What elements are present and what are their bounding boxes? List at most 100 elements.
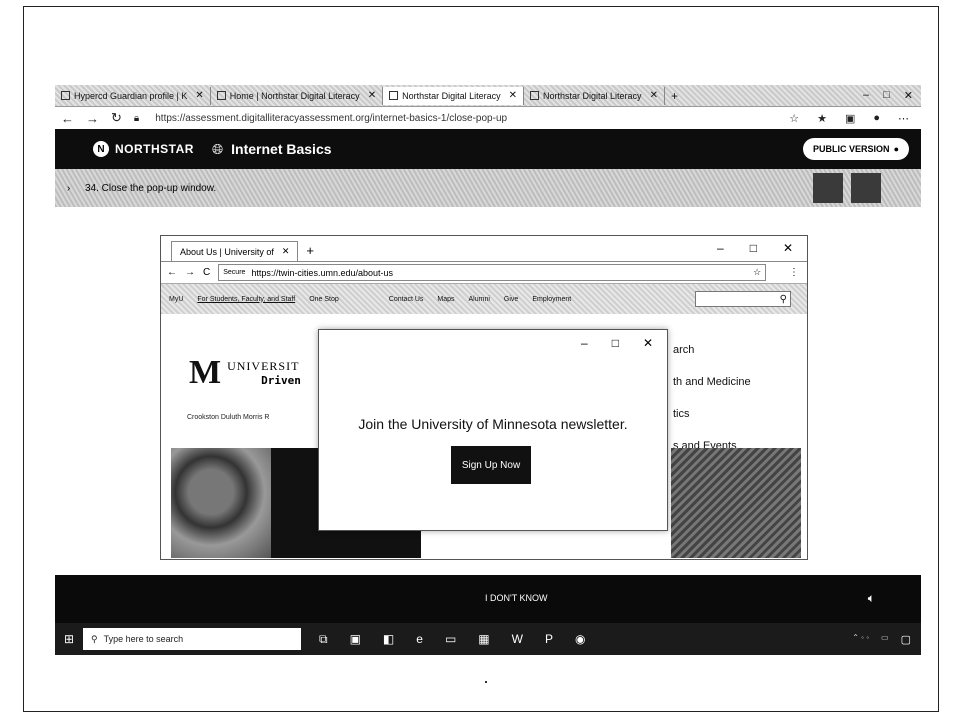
assessment-footer: I DON'T KNOW 🔈︎ bbox=[55, 575, 921, 623]
app-icon[interactable]: ◉ bbox=[575, 632, 585, 647]
profile-icon[interactable]: ● bbox=[873, 112, 880, 125]
umn-logo[interactable]: M UNIVERSIT Driven bbox=[189, 354, 301, 392]
star-icon[interactable]: ☆ bbox=[753, 267, 765, 278]
inner-browser-tab[interactable]: About Us | University of ✕ bbox=[171, 241, 299, 261]
powerpoint-icon[interactable]: P bbox=[545, 632, 553, 647]
popup-minimize-button[interactable]: – bbox=[581, 336, 588, 350]
screenshot: Hypercd Guardian profile | K ✕ Home | Nor… bbox=[55, 85, 921, 655]
maximize-button[interactable]: □ bbox=[883, 89, 890, 102]
menu-icon[interactable]: ⋮ bbox=[789, 267, 807, 278]
browser-tab-active[interactable]: Northstar Digital Literacy ✕ bbox=[383, 86, 525, 105]
close-tab-icon[interactable]: ✕ bbox=[368, 90, 376, 101]
nav-link[interactable]: Contact Us bbox=[389, 296, 424, 303]
forward-button[interactable]: → bbox=[86, 111, 99, 126]
close-window-button[interactable]: ✕ bbox=[783, 241, 793, 255]
nav-link[interactable]: Give bbox=[504, 296, 518, 303]
clock[interactable]: ▭ bbox=[881, 633, 889, 646]
excel-icon[interactable]: ▦ bbox=[478, 632, 489, 647]
close-tab-icon[interactable]: ✕ bbox=[650, 90, 658, 101]
nav-link[interactable]: For Students, Faculty, and Staff bbox=[197, 296, 295, 303]
favorites-icon[interactable]: ★ bbox=[817, 112, 827, 125]
instruction-bar: › 34. Close the pop-up window. bbox=[55, 169, 921, 207]
task-view-icon[interactable]: ⧉ bbox=[319, 632, 328, 647]
close-tab-icon[interactable]: ✕ bbox=[195, 90, 203, 101]
address-bar: ← → ↻ 🔒︎ https://assessment.digitalliter… bbox=[55, 107, 921, 129]
globe-icon: 🌐︎ bbox=[211, 140, 224, 157]
popup-message: Join the University of Minnesota newslet… bbox=[358, 416, 628, 432]
store-icon[interactable]: ◧ bbox=[383, 632, 394, 647]
reading-view-icon[interactable]: ☆ bbox=[789, 112, 799, 125]
browser-tab[interactable]: Hypercd Guardian profile | K ✕ bbox=[55, 86, 211, 105]
word-icon[interactable]: W bbox=[512, 632, 523, 647]
nav-link[interactable]: Maps bbox=[437, 296, 454, 303]
refresh-button[interactable]: C bbox=[203, 267, 210, 278]
popup-close-button[interactable]: ✕ bbox=[643, 336, 653, 350]
taskbar-search-input[interactable]: ⚲ Type here to search bbox=[83, 628, 301, 650]
umn-nav-bar: MyU For Students, Faculty, and Staff One… bbox=[161, 284, 807, 314]
more-icon[interactable]: ⋯ bbox=[898, 112, 909, 125]
maximize-button[interactable]: □ bbox=[750, 241, 757, 255]
side-link[interactable]: tics bbox=[673, 398, 751, 430]
back-button[interactable]: ← bbox=[61, 111, 74, 126]
back-button[interactable]: ← bbox=[167, 267, 177, 278]
northstar-header: N NORTHSTAR 🌐︎ Internet Basics PUBLIC VE… bbox=[55, 129, 921, 169]
audio-button[interactable] bbox=[813, 173, 843, 203]
stray-dot bbox=[485, 681, 487, 683]
umn-campus-links[interactable]: Crookston Duluth Morris R bbox=[187, 414, 269, 421]
search-icon: ⚲ bbox=[91, 633, 98, 644]
browser-tab[interactable]: Northstar Digital Literacy ✕ bbox=[524, 86, 665, 105]
umn-m-logo-icon: M bbox=[189, 354, 222, 391]
chevron-right-icon[interactable]: › bbox=[67, 183, 70, 194]
instruction-text: 34. Close the pop-up window. bbox=[85, 182, 217, 194]
app-icon[interactable]: e bbox=[416, 632, 423, 647]
search-icon[interactable]: ⚲ bbox=[780, 294, 787, 305]
volume-icon[interactable]: 🔈︎ bbox=[868, 591, 875, 606]
sign-up-button[interactable]: Sign Up Now bbox=[451, 446, 531, 484]
url-field[interactable]: Secure https://twin-cities.umn.edu/about… bbox=[218, 264, 767, 281]
campus-photo bbox=[671, 448, 801, 558]
windows-start-icon[interactable]: ⊞ bbox=[55, 632, 83, 646]
page-icon bbox=[216, 91, 226, 100]
info-icon: ● bbox=[893, 144, 899, 154]
page-icon bbox=[389, 91, 399, 100]
side-link[interactable]: th and Medicine bbox=[673, 366, 751, 398]
refresh-button[interactable]: ↻ bbox=[111, 110, 122, 126]
forward-button[interactable]: → bbox=[185, 267, 195, 278]
windows-taskbar: ⊞ ⚲ Type here to search ⧉ ▣ ◧ e ▭ ▦ W P … bbox=[55, 623, 921, 655]
app-icon[interactable]: ▣ bbox=[350, 632, 361, 647]
campus-photo bbox=[171, 448, 271, 558]
nav-link[interactable]: One Stop bbox=[309, 296, 339, 303]
page-icon bbox=[530, 91, 540, 100]
task-area: About Us | University of ✕ + – □ ✕ ← → C… bbox=[55, 207, 921, 575]
minimize-button[interactable]: – bbox=[717, 241, 724, 255]
close-tab-icon[interactable]: ✕ bbox=[282, 246, 290, 257]
new-tab-button[interactable]: + bbox=[665, 89, 684, 103]
page-icon bbox=[61, 91, 70, 100]
new-tab-button[interactable]: + bbox=[298, 243, 322, 261]
umn-side-links: arch th and Medicine tics s and Events bbox=[673, 334, 751, 462]
nav-link[interactable]: Alumni bbox=[469, 296, 490, 303]
close-tab-icon[interactable]: ✕ bbox=[509, 90, 517, 101]
public-version-button[interactable]: PUBLIC VERSION ● bbox=[803, 138, 909, 160]
course-title: Internet Basics bbox=[231, 141, 332, 157]
browser-tab-strip: Hypercd Guardian profile | K ✕ Home | Nor… bbox=[55, 85, 921, 107]
northstar-brand: NORTHSTAR bbox=[115, 142, 194, 156]
nav-link[interactable]: MyU bbox=[169, 296, 183, 303]
folder-icon[interactable]: ▭ bbox=[445, 632, 456, 647]
tray-icons[interactable]: ⌃ ◦ ◦ bbox=[852, 633, 869, 646]
dont-know-button[interactable]: I DON'T KNOW bbox=[485, 593, 548, 603]
browser-tab[interactable]: Home | Northstar Digital Literacy ✕ bbox=[211, 86, 384, 105]
close-window-button[interactable]: ✕ bbox=[904, 89, 913, 102]
help-button[interactable] bbox=[851, 173, 881, 203]
notification-icon[interactable]: ▢ bbox=[901, 633, 911, 646]
minimize-button[interactable]: – bbox=[863, 89, 869, 102]
northstar-logo-icon: N bbox=[93, 141, 109, 157]
nav-link[interactable]: Employment bbox=[532, 296, 571, 303]
popup-maximize-button[interactable]: □ bbox=[612, 336, 619, 350]
url-field[interactable]: https://assessment.digitalliteracyassess… bbox=[155, 113, 507, 124]
umn-search-input[interactable]: ⚲ bbox=[695, 291, 791, 307]
side-link[interactable]: arch bbox=[673, 334, 751, 366]
newsletter-popup: – □ ✕ Join the University of Minnesota n… bbox=[318, 329, 668, 531]
collections-icon[interactable]: ▣ bbox=[845, 112, 855, 125]
lock-icon: 🔒︎ bbox=[133, 112, 140, 124]
